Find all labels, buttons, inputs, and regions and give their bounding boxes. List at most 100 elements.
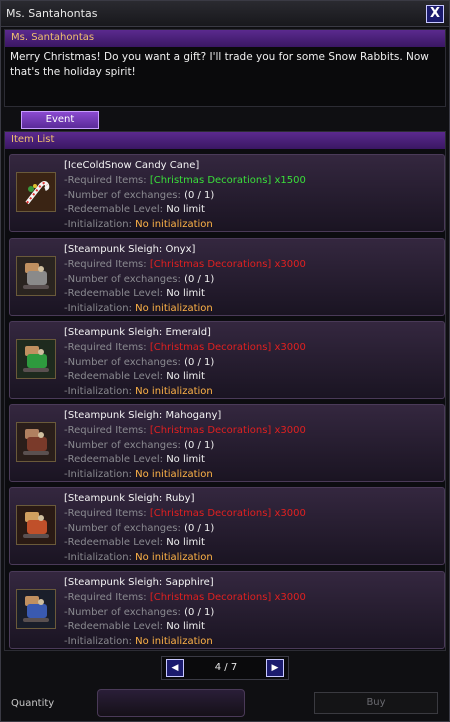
exchange-count-row: -Number of exchanges: (0 / 1) [64,439,444,454]
exchange-count-label: -Number of exchanges: [64,439,181,451]
redeemable-level-label: -Redeemable Level: [64,288,164,300]
item-name: [Steampunk Sleigh: Emerald] [64,327,211,338]
required-items-value: [Christmas Decorations] x3000 [149,341,306,353]
initialization-label: -Initialization: [64,636,132,648]
exchange-count-value: (0 / 1) [184,189,215,201]
required-items-row: -Required Items: [Christmas Decorations]… [64,424,444,439]
initialization-row: -Initialization: No initialization [64,385,444,400]
arrow-left-icon: ◀ [171,663,179,673]
exchange-count-label: -Number of exchanges: [64,189,181,201]
redeemable-level-row: -Redeemable Level: No limit [64,620,444,635]
page-indicator: 4 / 7 [214,662,238,673]
exchange-count-row: -Number of exchanges: (0 / 1) [64,356,444,371]
redeemable-level-row: -Redeemable Level: No limit [64,536,444,551]
window-title: Ms. Santahontas [6,7,98,20]
required-items-value: [Christmas Decorations] x3000 [149,507,306,519]
item-name: [Steampunk Sleigh: Ruby] [64,493,195,504]
redeemable-level-value: No limit [166,537,205,549]
required-items-value: [Christmas Decorations] x3000 [149,591,306,603]
initialization-row: -Initialization: No initialization [64,635,444,650]
required-items-row: -Required Items: [Christmas Decorations]… [64,591,444,606]
required-items-label: -Required Items: [64,591,147,603]
redeemable-level-value: No limit [166,454,205,466]
item-details: [Steampunk Sleigh: Sapphire] -Required It… [64,576,444,650]
initialization-label: -Initialization: [64,219,132,231]
required-items-label: -Required Items: [64,424,147,436]
exchange-count-value: (0 / 1) [184,273,215,285]
pagination: ◀ 4 / 7 ▶ [161,656,289,680]
redeemable-level-value: No limit [166,371,205,383]
exchange-count-label: -Number of exchanges: [64,522,181,534]
list-item[interactable]: [Steampunk Sleigh: Ruby] -Required Items:… [9,487,445,565]
item-details: [Steampunk Sleigh: Emerald] -Required Ite… [64,326,444,400]
exchange-count-label: -Number of exchanges: [64,606,181,618]
buy-button[interactable]: Buy [314,692,438,714]
redeemable-level-row: -Redeemable Level: No limit [64,453,444,468]
exchange-count-row: -Number of exchanges: (0 / 1) [64,189,444,204]
redeemable-level-label: -Redeemable Level: [64,537,164,549]
initialization-row: -Initialization: No initialization [64,468,444,483]
next-page-button[interactable]: ▶ [266,659,284,677]
initialization-label: -Initialization: [64,303,132,315]
exchange-count-label: -Number of exchanges: [64,356,181,368]
item-list-panel: Item List [IceColdSnow Candy Cane] -Requi… [4,131,446,651]
npc-dialog-text: Merry Christmas! Do you want a gift? I'l… [10,51,429,78]
redeemable-level-value: No limit [166,204,205,216]
exchange-count-value: (0 / 1) [184,522,215,534]
redeemable-level-label: -Redeemable Level: [64,454,164,466]
redeemable-level-value: No limit [166,621,205,633]
title-bar[interactable]: Ms. Santahontas X [1,1,449,27]
redeemable-level-label: -Redeemable Level: [64,204,164,216]
required-items-label: -Required Items: [64,507,147,519]
sleigh-onyx-icon [16,256,56,296]
item-list-header: Item List [5,132,445,149]
quantity-label: Quantity [11,698,55,709]
initialization-value: No initialization [135,469,213,481]
initialization-label: -Initialization: [64,386,132,398]
redeemable-level-row: -Redeemable Level: No limit [64,203,444,218]
required-items-row: -Required Items: [Christmas Decorations]… [64,341,444,356]
required-items-row: -Required Items: [Christmas Decorations]… [64,507,444,522]
close-button[interactable]: X [426,5,444,23]
list-item[interactable]: [Steampunk Sleigh: Sapphire] -Required It… [9,571,445,649]
tab-event[interactable]: Event [21,111,99,129]
quantity-input[interactable] [97,689,245,717]
redeemable-level-label: -Redeemable Level: [64,371,164,383]
initialization-value: No initialization [135,552,213,564]
arrow-right-icon: ▶ [271,663,279,673]
initialization-label: -Initialization: [64,552,132,564]
initialization-value: No initialization [135,303,213,315]
initialization-row: -Initialization: No initialization [64,302,444,317]
item-name: [Steampunk Sleigh: Onyx] [64,244,196,255]
list-item[interactable]: [Steampunk Sleigh: Emerald] -Required Ite… [9,321,445,399]
item-details: [IceColdSnow Candy Cane] -Required Items:… [64,159,444,233]
item-details: [Steampunk Sleigh: Mahogany] -Required It… [64,409,444,483]
initialization-value: No initialization [135,219,213,231]
exchange-count-value: (0 / 1) [184,356,215,368]
redeemable-level-row: -Redeemable Level: No limit [64,370,444,385]
npc-shop-window: Ms. Santahontas X Ms. Santahontas Merry … [0,0,450,722]
required-items-row: -Required Items: [Christmas Decorations]… [64,174,444,189]
close-icon: X [429,6,441,21]
npc-dialog-panel: Ms. Santahontas Merry Christmas! Do you … [4,29,446,107]
list-item[interactable]: [Steampunk Sleigh: Onyx] -Required Items:… [9,238,445,316]
prev-page-button[interactable]: ◀ [166,659,184,677]
required-items-row: -Required Items: [Christmas Decorations]… [64,258,444,273]
list-item[interactable]: [IceColdSnow Candy Cane] -Required Items:… [9,154,445,232]
exchange-count-row: -Number of exchanges: (0 / 1) [64,273,444,288]
item-name: [IceColdSnow Candy Cane] [64,160,200,171]
sleigh-mahogany-icon [16,422,56,462]
exchange-count-value: (0 / 1) [184,606,215,618]
redeemable-level-value: No limit [166,288,205,300]
required-items-value: [Christmas Decorations] x1500 [149,174,306,186]
list-item[interactable]: [Steampunk Sleigh: Mahogany] -Required It… [9,404,445,482]
required-items-label: -Required Items: [64,174,147,186]
exchange-count-label: -Number of exchanges: [64,273,181,285]
item-details: [Steampunk Sleigh: Onyx] -Required Items:… [64,243,444,317]
item-name: [Steampunk Sleigh: Mahogany] [64,410,222,421]
sleigh-ruby-icon [16,505,56,545]
exchange-count-row: -Number of exchanges: (0 / 1) [64,522,444,537]
exchange-count-row: -Number of exchanges: (0 / 1) [64,606,444,621]
redeemable-level-row: -Redeemable Level: No limit [64,287,444,302]
npc-name: Ms. Santahontas [5,30,445,47]
